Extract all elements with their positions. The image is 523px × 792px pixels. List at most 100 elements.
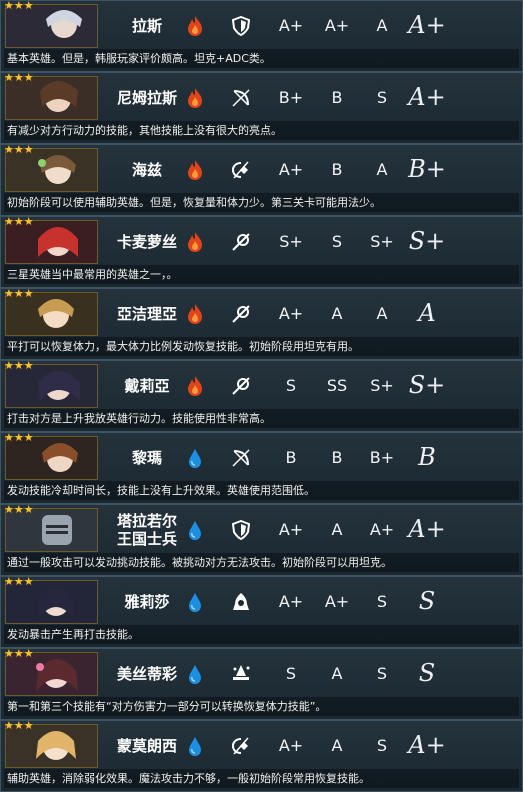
star-icon: ★ xyxy=(13,143,24,156)
star-icon: ★ xyxy=(4,287,14,300)
grade-cell: A xyxy=(331,519,343,539)
staff-icon xyxy=(230,376,252,396)
star-rating: ★ ★ ★ xyxy=(4,648,34,660)
overall-grade: A xyxy=(418,299,436,327)
star-icon: ★ xyxy=(23,359,34,372)
hero-name: 亞洁理亞 xyxy=(116,305,177,323)
grade-cell: A+ xyxy=(324,591,350,611)
star-icon: ★ xyxy=(4,647,14,660)
fire-element-icon xyxy=(185,231,205,253)
star-rating: ★ ★ ★ xyxy=(4,0,34,12)
mage-icon xyxy=(230,664,252,684)
hero-description: 有减少对方行动力的技能，其他技能上没有很大的亮点。 xyxy=(4,121,519,140)
star-icon: ★ xyxy=(13,359,24,372)
star-icon: ★ xyxy=(13,503,24,516)
star-icon: ★ xyxy=(23,71,34,84)
grade-cell: B+ xyxy=(369,447,395,467)
hero-name: 戴莉亞 xyxy=(124,377,170,395)
grade-cell: S+ xyxy=(370,375,394,395)
hero-name: 拉斯 xyxy=(131,17,162,35)
water-element-icon xyxy=(185,591,205,613)
star-rating: ★ ★ ★ xyxy=(4,576,34,588)
hero-row[interactable]: ★ ★ ★ 美丝蒂彩 S A S S 第一和第三个技能有“对方伤害力一部分可以转换恢… xyxy=(0,648,523,720)
grade-cell: B+ xyxy=(278,87,304,107)
hero-description: 发动技能冷却时间长，技能上没有上升效果。英雄使用范围低。 xyxy=(4,481,519,500)
grade-cell: A+ xyxy=(278,303,304,323)
star-icon: ★ xyxy=(23,575,34,588)
star-icon: ★ xyxy=(13,0,24,12)
fire-element-icon xyxy=(185,15,205,37)
assassin-icon xyxy=(230,592,252,612)
shield-icon xyxy=(230,15,252,37)
hero-name: 塔拉若尔 王国士兵 xyxy=(116,512,177,548)
star-rating: ★ ★ ★ xyxy=(4,432,34,444)
fire-element-icon xyxy=(185,303,205,325)
hero-description: 打击对方是上升我放英雄行动力。技能使用性非常高。 xyxy=(4,409,519,428)
star-icon: ★ xyxy=(13,431,24,444)
star-icon: ★ xyxy=(13,719,24,732)
hero-row[interactable]: ★ ★ ★ 海兹 A+ B A B+ 初始阶段可以使用辅助英雄。但是，恢复量和体力少… xyxy=(0,144,523,216)
hero-row[interactable]: ★ ★ ★ 蒙莫朗西 A+ A S A+ 辅助英雄，消除弱化效果。魔法攻击力不够，一… xyxy=(0,720,523,792)
star-icon: ★ xyxy=(13,287,24,300)
overall-grade: B xyxy=(418,443,436,471)
grade-cell: A xyxy=(331,303,343,323)
star-icon: ★ xyxy=(4,143,14,156)
grade-cell: A+ xyxy=(278,15,304,35)
hero-row[interactable]: ★ ★ ★ 拉斯 A+ A+ A A+ 基本英雄。但是，韩服玩家评价颇高。坦克+AD… xyxy=(0,0,523,72)
star-icon: ★ xyxy=(4,431,14,444)
grade-cell: S xyxy=(285,663,297,683)
hero-name: 海兹 xyxy=(131,161,162,179)
grade-cell: S xyxy=(285,375,297,395)
hero-name: 尼姆拉斯 xyxy=(116,89,177,107)
staff-icon xyxy=(230,304,252,324)
hero-description: 平打可以恢复体力，最大体力比例发动恢复技能。初始阶段用坦克有用。 xyxy=(4,337,519,356)
water-element-icon xyxy=(185,663,205,685)
hero-row[interactable]: ★ ★ ★ 戴莉亞 S SS S+ S+ 打击对方是上升我放英雄行动力。技能使用性非… xyxy=(0,360,523,432)
staff-icon xyxy=(230,232,252,252)
hero-name: 美丝蒂彩 xyxy=(116,665,177,683)
hero-row[interactable]: ★ ★ ★ 卡麦萝丝 S+ S S+ S+ 三星英雄当中最常用的英雄之一，。 xyxy=(0,216,523,288)
hero-description: 初始阶段可以使用辅助英雄。但是，恢复量和体力少。第三关卡可能用法少。 xyxy=(4,193,519,212)
star-rating: ★ ★ ★ xyxy=(4,72,34,84)
hero-name: 黎瑪 xyxy=(131,449,162,467)
grade-cell: S xyxy=(376,87,388,107)
star-icon: ★ xyxy=(23,431,34,444)
fire-element-icon xyxy=(185,87,205,109)
star-icon: ★ xyxy=(23,719,34,732)
hero-description: 通过一般攻击可以发动挑动技能。被挑动对方无法攻击。初始阶段可以用坦克。 xyxy=(4,553,519,572)
star-rating: ★ ★ ★ xyxy=(4,504,34,516)
star-icon: ★ xyxy=(13,575,24,588)
hero-row[interactable]: ★ ★ ★ 雅莉莎 A+ A+ S S 发动暴击产生再打击技能。 xyxy=(0,576,523,648)
hero-row[interactable]: ★ ★ ★ 尼姆拉斯 B+ B S A+ 有减少对方行动力的技能，其他技能上没有很大… xyxy=(0,72,523,144)
star-rating: ★ ★ ★ xyxy=(4,288,34,300)
star-icon: ★ xyxy=(23,647,34,660)
grade-cell: S xyxy=(376,735,388,755)
hero-row[interactable]: ★ ★ ★ 塔拉若尔 王国士兵 A+ A A+ A+ 通过一般攻击可以发动挑动技能。… xyxy=(0,504,523,576)
star-icon: ★ xyxy=(23,503,34,516)
grade-cell: B xyxy=(331,87,343,107)
hero-row[interactable]: ★ ★ ★ 黎瑪 B B B+ B 发动技能冷却时间长，技能上没有上升效果。英雄使用… xyxy=(0,432,523,504)
grade-cell: A xyxy=(331,663,343,683)
overall-grade: A+ xyxy=(408,515,446,543)
fire-element-icon xyxy=(185,159,205,181)
star-icon: ★ xyxy=(13,71,24,84)
support-icon xyxy=(230,736,252,756)
hero-description: 第一和第三个技能有“对方伤害力一部分可以转换恢复体力技能”。 xyxy=(4,697,519,716)
star-icon: ★ xyxy=(4,71,14,84)
star-icon: ★ xyxy=(23,0,34,12)
bow-icon xyxy=(230,448,252,468)
water-element-icon xyxy=(185,447,205,469)
grade-cell: S+ xyxy=(279,231,303,251)
hero-row[interactable]: ★ ★ ★ 亞洁理亞 A+ A A A 平打可以恢复体力，最大体力比例发动恢复技能。… xyxy=(0,288,523,360)
star-icon: ★ xyxy=(23,287,34,300)
star-icon: ★ xyxy=(4,0,14,12)
overall-grade: S xyxy=(418,659,436,687)
star-icon: ★ xyxy=(4,503,14,516)
overall-grade: A+ xyxy=(408,11,446,39)
grade-cell: A xyxy=(376,15,388,35)
grade-cell: B xyxy=(285,447,297,467)
star-icon: ★ xyxy=(13,647,24,660)
overall-grade: A+ xyxy=(408,83,446,111)
grade-cell: B xyxy=(331,447,343,467)
fire-element-icon xyxy=(185,375,205,397)
